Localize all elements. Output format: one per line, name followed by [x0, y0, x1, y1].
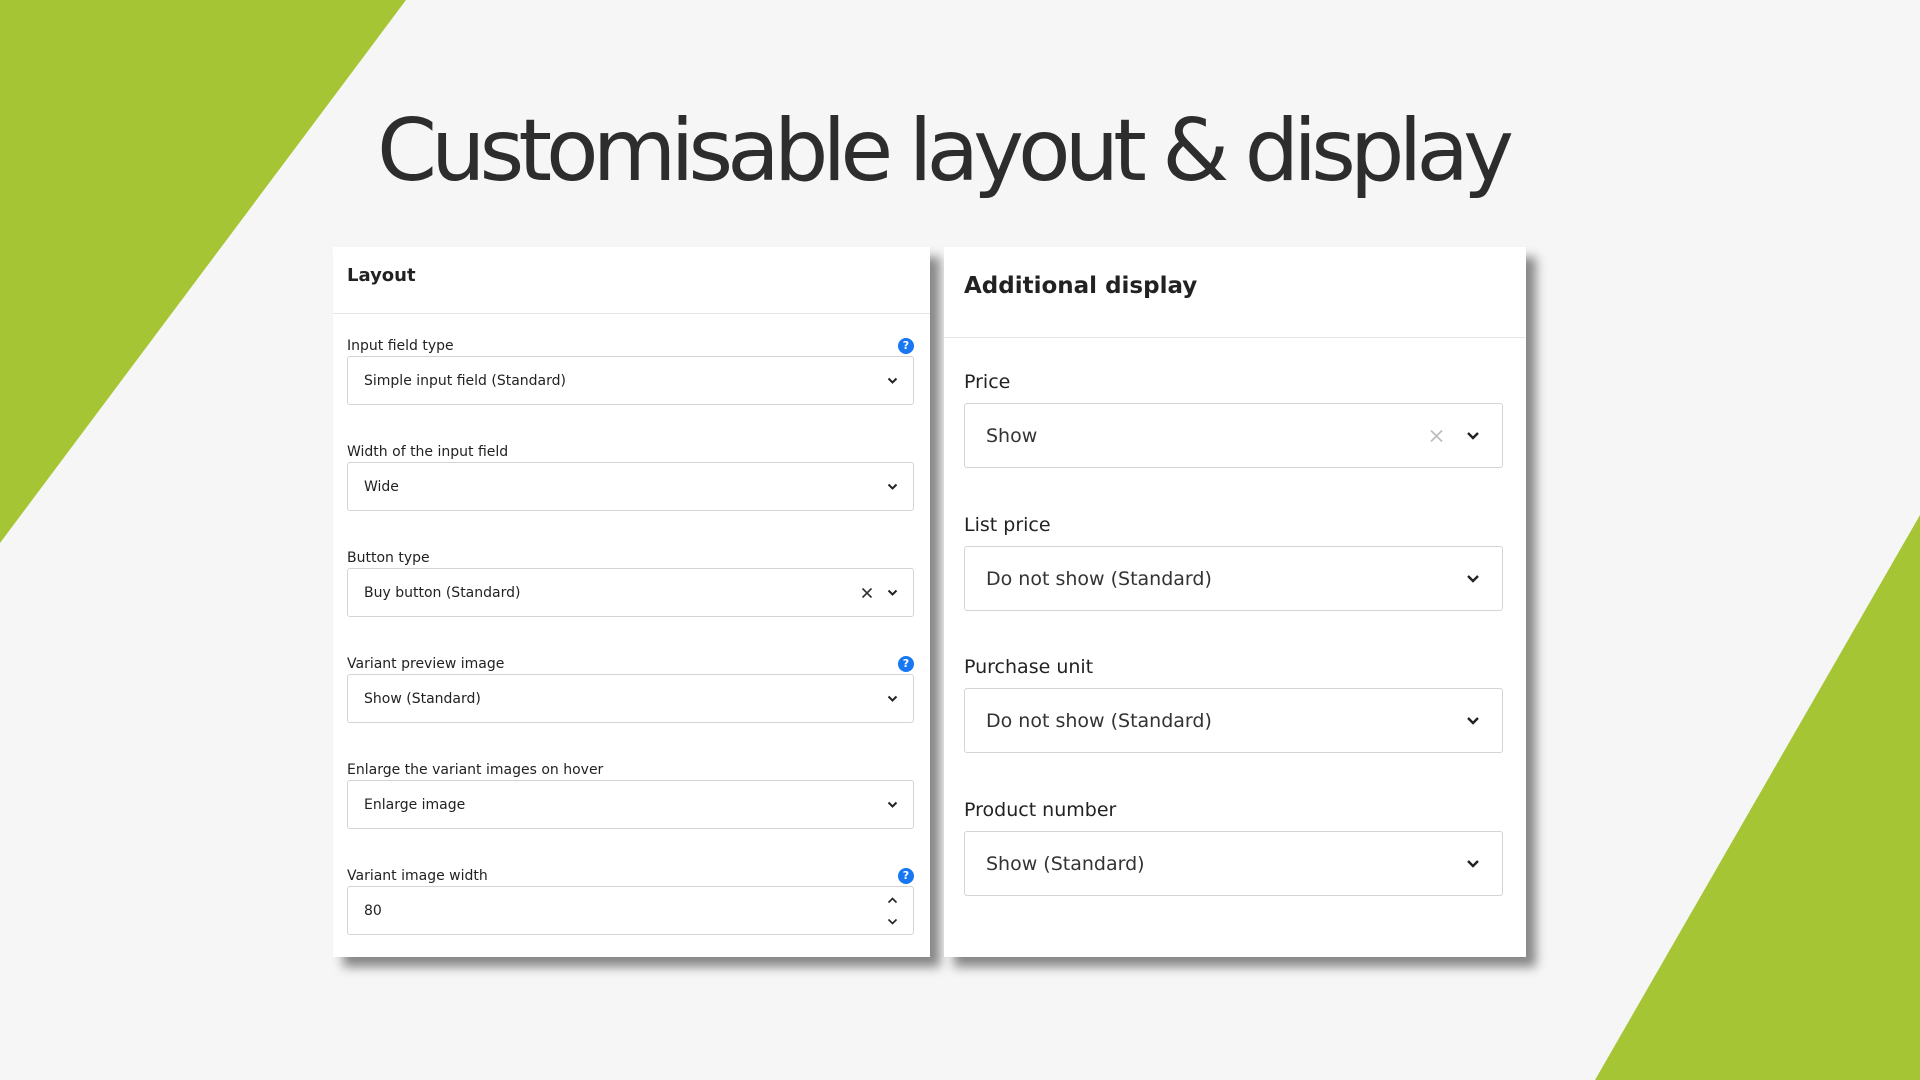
- price-select[interactable]: Show: [964, 403, 1503, 468]
- field-label: Width of the input field: [347, 444, 509, 460]
- select-value: Buy button (Standard): [364, 584, 521, 601]
- field-label: Enlarge the variant images on hover: [347, 762, 604, 778]
- field-purchase-unit: Purchase unit Do not show (Standard): [964, 654, 1503, 754]
- purchase-unit-select[interactable]: Do not show (Standard): [964, 688, 1503, 753]
- field-product-number: Product number Show (Standard): [964, 797, 1503, 897]
- green-triangle-bottom-right: [1595, 515, 1920, 1080]
- display-panel-header: Additional display: [944, 247, 1526, 338]
- button-type-select[interactable]: Buy button (Standard): [347, 568, 914, 617]
- product-number-select[interactable]: Show (Standard): [964, 831, 1503, 896]
- field-variant-preview-image: Variant preview image ? Show (Standard): [347, 654, 914, 724]
- layout-panel-title: Layout: [347, 265, 416, 286]
- enlarge-variant-images-select[interactable]: Enlarge image: [347, 780, 914, 829]
- field-price: Price Show: [964, 369, 1503, 469]
- layout-panel-header: Layout: [333, 247, 930, 314]
- additional-display-panel: Additional display Price Show List price…: [944, 247, 1526, 957]
- field-input-width: Width of the input field Wide: [347, 442, 914, 512]
- list-price-select[interactable]: Do not show (Standard): [964, 546, 1503, 611]
- help-icon[interactable]: ?: [898, 656, 914, 672]
- select-value: Do not show (Standard): [986, 709, 1212, 732]
- select-value: Show: [986, 424, 1038, 447]
- select-value: Do not show (Standard): [986, 567, 1212, 590]
- help-icon[interactable]: ?: [898, 868, 914, 884]
- field-input-field-type: Input field type ? Simple input field (S…: [347, 336, 914, 406]
- select-value: Wide: [364, 478, 399, 495]
- layout-panel: Layout Input field type ? Simple input f…: [333, 247, 930, 957]
- select-value: Show (Standard): [364, 690, 481, 707]
- chevron-up-icon[interactable]: [887, 896, 898, 904]
- field-label: Purchase unit: [964, 656, 1094, 678]
- chevron-down-icon: [887, 377, 898, 384]
- variant-image-width-input[interactable]: 80: [347, 886, 914, 935]
- select-value: Simple input field (Standard): [364, 372, 566, 389]
- field-label: Price: [964, 371, 1011, 393]
- field-label: List price: [964, 514, 1051, 536]
- chevron-down-icon[interactable]: [887, 918, 898, 926]
- field-label: Variant preview image: [347, 656, 505, 672]
- chevron-down-icon: [887, 483, 898, 490]
- input-value: 80: [364, 902, 382, 919]
- chevron-down-icon: [887, 589, 898, 596]
- chevron-down-icon: [1467, 859, 1479, 868]
- clear-icon[interactable]: [861, 587, 873, 599]
- chevron-down-icon: [887, 801, 898, 808]
- field-label: Variant image width: [347, 868, 488, 884]
- field-label: Input field type: [347, 338, 454, 354]
- input-field-type-select[interactable]: Simple input field (Standard): [347, 356, 914, 405]
- chevron-down-icon: [887, 695, 898, 702]
- help-icon[interactable]: ?: [898, 338, 914, 354]
- field-label: Button type: [347, 550, 430, 566]
- field-variant-image-width: Variant image width ? 80: [347, 866, 914, 936]
- display-panel-title: Additional display: [964, 273, 1198, 299]
- select-value: Enlarge image: [364, 796, 466, 813]
- field-label: Product number: [964, 799, 1117, 821]
- variant-preview-image-select[interactable]: Show (Standard): [347, 674, 914, 723]
- field-button-type: Button type Buy button (Standard): [347, 548, 914, 618]
- chevron-down-icon: [1467, 716, 1479, 725]
- field-enlarge-variant-images: Enlarge the variant images on hover Enla…: [347, 760, 914, 830]
- select-value: Show (Standard): [986, 852, 1145, 875]
- clear-icon[interactable]: [1429, 428, 1444, 443]
- page-title: Customisable layout & display: [376, 101, 1514, 201]
- input-width-select[interactable]: Wide: [347, 462, 914, 511]
- field-list-price: List price Do not show (Standard): [964, 512, 1503, 612]
- chevron-down-icon: [1467, 574, 1479, 583]
- chevron-down-icon: [1467, 431, 1479, 440]
